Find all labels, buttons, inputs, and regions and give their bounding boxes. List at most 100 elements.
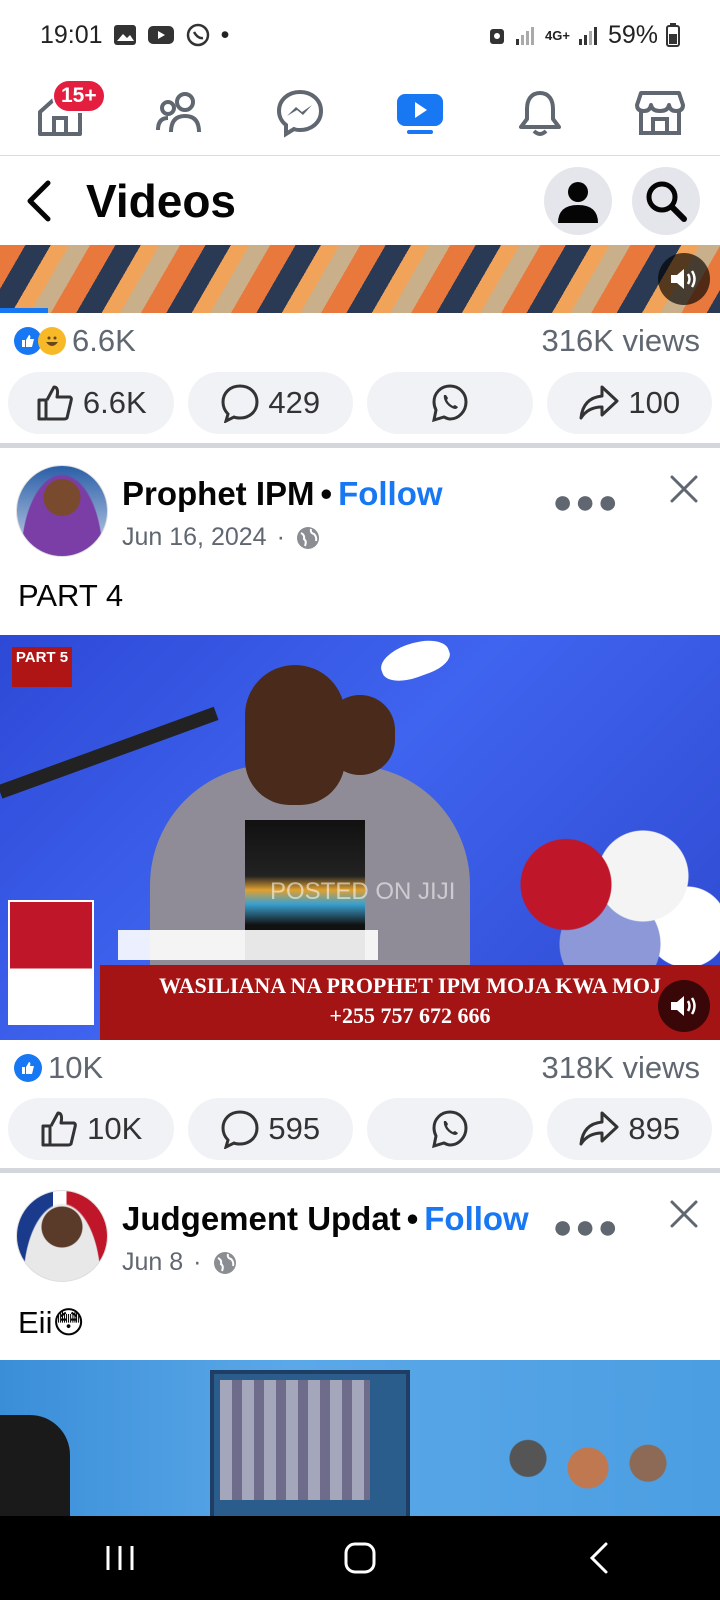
- whatsapp-share-button[interactable]: [367, 1098, 533, 1160]
- back-arrow-icon[interactable]: [20, 179, 60, 223]
- watermark: POSTED ON JIJI: [270, 878, 456, 905]
- marketplace-icon: [635, 90, 685, 135]
- page-title: Videos: [86, 175, 236, 227]
- search-icon: [646, 181, 687, 222]
- tab-friends[interactable]: [150, 83, 210, 143]
- follow-button[interactable]: Follow: [424, 1200, 528, 1237]
- contact-strip: [118, 930, 378, 960]
- video-thumbnail-2[interactable]: [0, 1360, 720, 1516]
- whatsapp-share-button[interactable]: [367, 372, 533, 434]
- comment-icon: [221, 1110, 259, 1149]
- part-badge: PART 5: [12, 647, 72, 687]
- system-nav-bar: [0, 1516, 720, 1600]
- globe-icon: [213, 1251, 236, 1274]
- post-divider: [0, 443, 720, 448]
- thumbs-up-icon: [41, 1111, 77, 1147]
- thumbnail-banner: WASILIANA NA PROPHET IPM MOJA KWA MOJ +2…: [100, 965, 720, 1040]
- banner-phone: +255 757 672 666: [329, 1003, 491, 1028]
- like-button[interactable]: 10K: [8, 1098, 174, 1160]
- video-thumbnail-0[interactable]: [0, 245, 720, 313]
- post-1-header: Prophet IPM • Follow Jun 16, 2024 · ●●●: [0, 465, 720, 565]
- close-icon[interactable]: [668, 473, 700, 505]
- like-button[interactable]: 6.6K: [8, 372, 174, 434]
- post-date: Jun 8: [122, 1248, 184, 1276]
- share-arrow-icon: [579, 1111, 619, 1146]
- comment-count: 595: [268, 1111, 321, 1146]
- volume-button[interactable]: [658, 980, 710, 1032]
- video-thumbnail-1[interactable]: PART 5 POSTED ON JIJI WASILIANA NA PROPH…: [0, 635, 720, 1040]
- like-count: 10K: [87, 1111, 143, 1146]
- share-arrow-icon: [579, 385, 619, 420]
- post-divider: [0, 1168, 720, 1173]
- whatsapp-icon: [431, 384, 468, 423]
- bell-icon: [519, 90, 561, 136]
- post-2-header: Judgement Updat • Follow Jun 8 · ●●●: [0, 1190, 720, 1290]
- search-button[interactable]: [632, 167, 700, 235]
- person-icon: [558, 182, 598, 223]
- status-bar: 19:01 • 4G+ 59%: [0, 0, 720, 70]
- signal-1-icon: [516, 27, 535, 45]
- view-count: 318K views: [541, 1050, 700, 1085]
- profile-button[interactable]: [544, 167, 612, 235]
- home-badge: 15+: [52, 78, 106, 113]
- post-1-stats: 10K 318K views: [0, 1040, 720, 1096]
- event-flyer: [8, 900, 94, 1025]
- tab-home[interactable]: 15+: [30, 78, 106, 143]
- microphone-arm: [0, 706, 219, 799]
- author-separator: •: [406, 1200, 419, 1237]
- whatsapp-status-icon: [186, 23, 209, 47]
- tab-marketplace[interactable]: [630, 83, 690, 143]
- messenger-icon: [276, 89, 324, 138]
- notification-dot: •: [220, 20, 230, 49]
- avatar[interactable]: [16, 1190, 108, 1282]
- back-icon[interactable]: [580, 1538, 620, 1578]
- haha-reaction-icon: [38, 327, 66, 355]
- post-date-row: Jun 16, 2024 ·: [122, 523, 321, 552]
- share-button[interactable]: 100: [546, 372, 712, 434]
- avatar[interactable]: [16, 465, 108, 557]
- date-separator: ·: [276, 523, 285, 551]
- hanging-clothes: [220, 1380, 370, 1500]
- reaction-count: 10K: [48, 1050, 104, 1085]
- post-2-caption: Eii😳: [18, 1305, 85, 1340]
- whatsapp-icon: [431, 1110, 468, 1149]
- recent-apps-icon[interactable]: [100, 1542, 140, 1574]
- tab-messenger[interactable]: [270, 83, 330, 143]
- volume-button[interactable]: [658, 253, 710, 305]
- dove-graphic: [376, 635, 454, 688]
- more-options-icon[interactable]: ●●●: [552, 1208, 620, 1247]
- comment-button[interactable]: 595: [187, 1098, 353, 1160]
- comment-button[interactable]: 429: [187, 372, 353, 434]
- thumbs-up-icon: [37, 385, 73, 421]
- home-button-icon[interactable]: [340, 1538, 380, 1578]
- follow-button[interactable]: Follow: [338, 475, 442, 512]
- network-type: 4G+: [545, 27, 570, 43]
- speaker-icon: [671, 269, 696, 289]
- post-1-caption: PART 4: [18, 578, 124, 613]
- close-icon[interactable]: [668, 1198, 700, 1230]
- speaker-hand: [325, 695, 395, 775]
- comment-count: 429: [268, 385, 321, 420]
- alarm-icon: [490, 29, 505, 44]
- post-0-stats: 6.6K 316K views: [0, 313, 720, 369]
- post-1-actions: 10K 595 895: [0, 1098, 720, 1164]
- post-2-author-line: Judgement Updat • Follow: [122, 1200, 529, 1238]
- friends-icon: [156, 91, 201, 132]
- share-button[interactable]: 895: [546, 1098, 712, 1160]
- globe-icon: [296, 526, 319, 549]
- banner-text: WASILIANA NA PROPHET IPM MOJA KWA MOJ: [159, 973, 661, 998]
- more-options-icon[interactable]: ●●●: [552, 483, 620, 522]
- author-name[interactable]: Prophet IPM: [122, 475, 315, 512]
- signal-2-icon: [578, 27, 597, 45]
- top-tab-bar: 15+: [0, 70, 720, 156]
- tab-video[interactable]: [390, 83, 450, 143]
- author-name[interactable]: Judgement Updat: [122, 1200, 401, 1237]
- post-1-author-line: Prophet IPM • Follow: [122, 475, 443, 513]
- video-icon: [397, 93, 443, 134]
- clock: 19:01: [40, 20, 103, 49]
- share-count: 895: [628, 1111, 681, 1146]
- post-date-row: Jun 8 ·: [122, 1248, 238, 1277]
- tab-notifications[interactable]: [510, 83, 570, 143]
- post-0-actions: 6.6K 429 100: [0, 372, 720, 438]
- author-separator: •: [320, 475, 333, 512]
